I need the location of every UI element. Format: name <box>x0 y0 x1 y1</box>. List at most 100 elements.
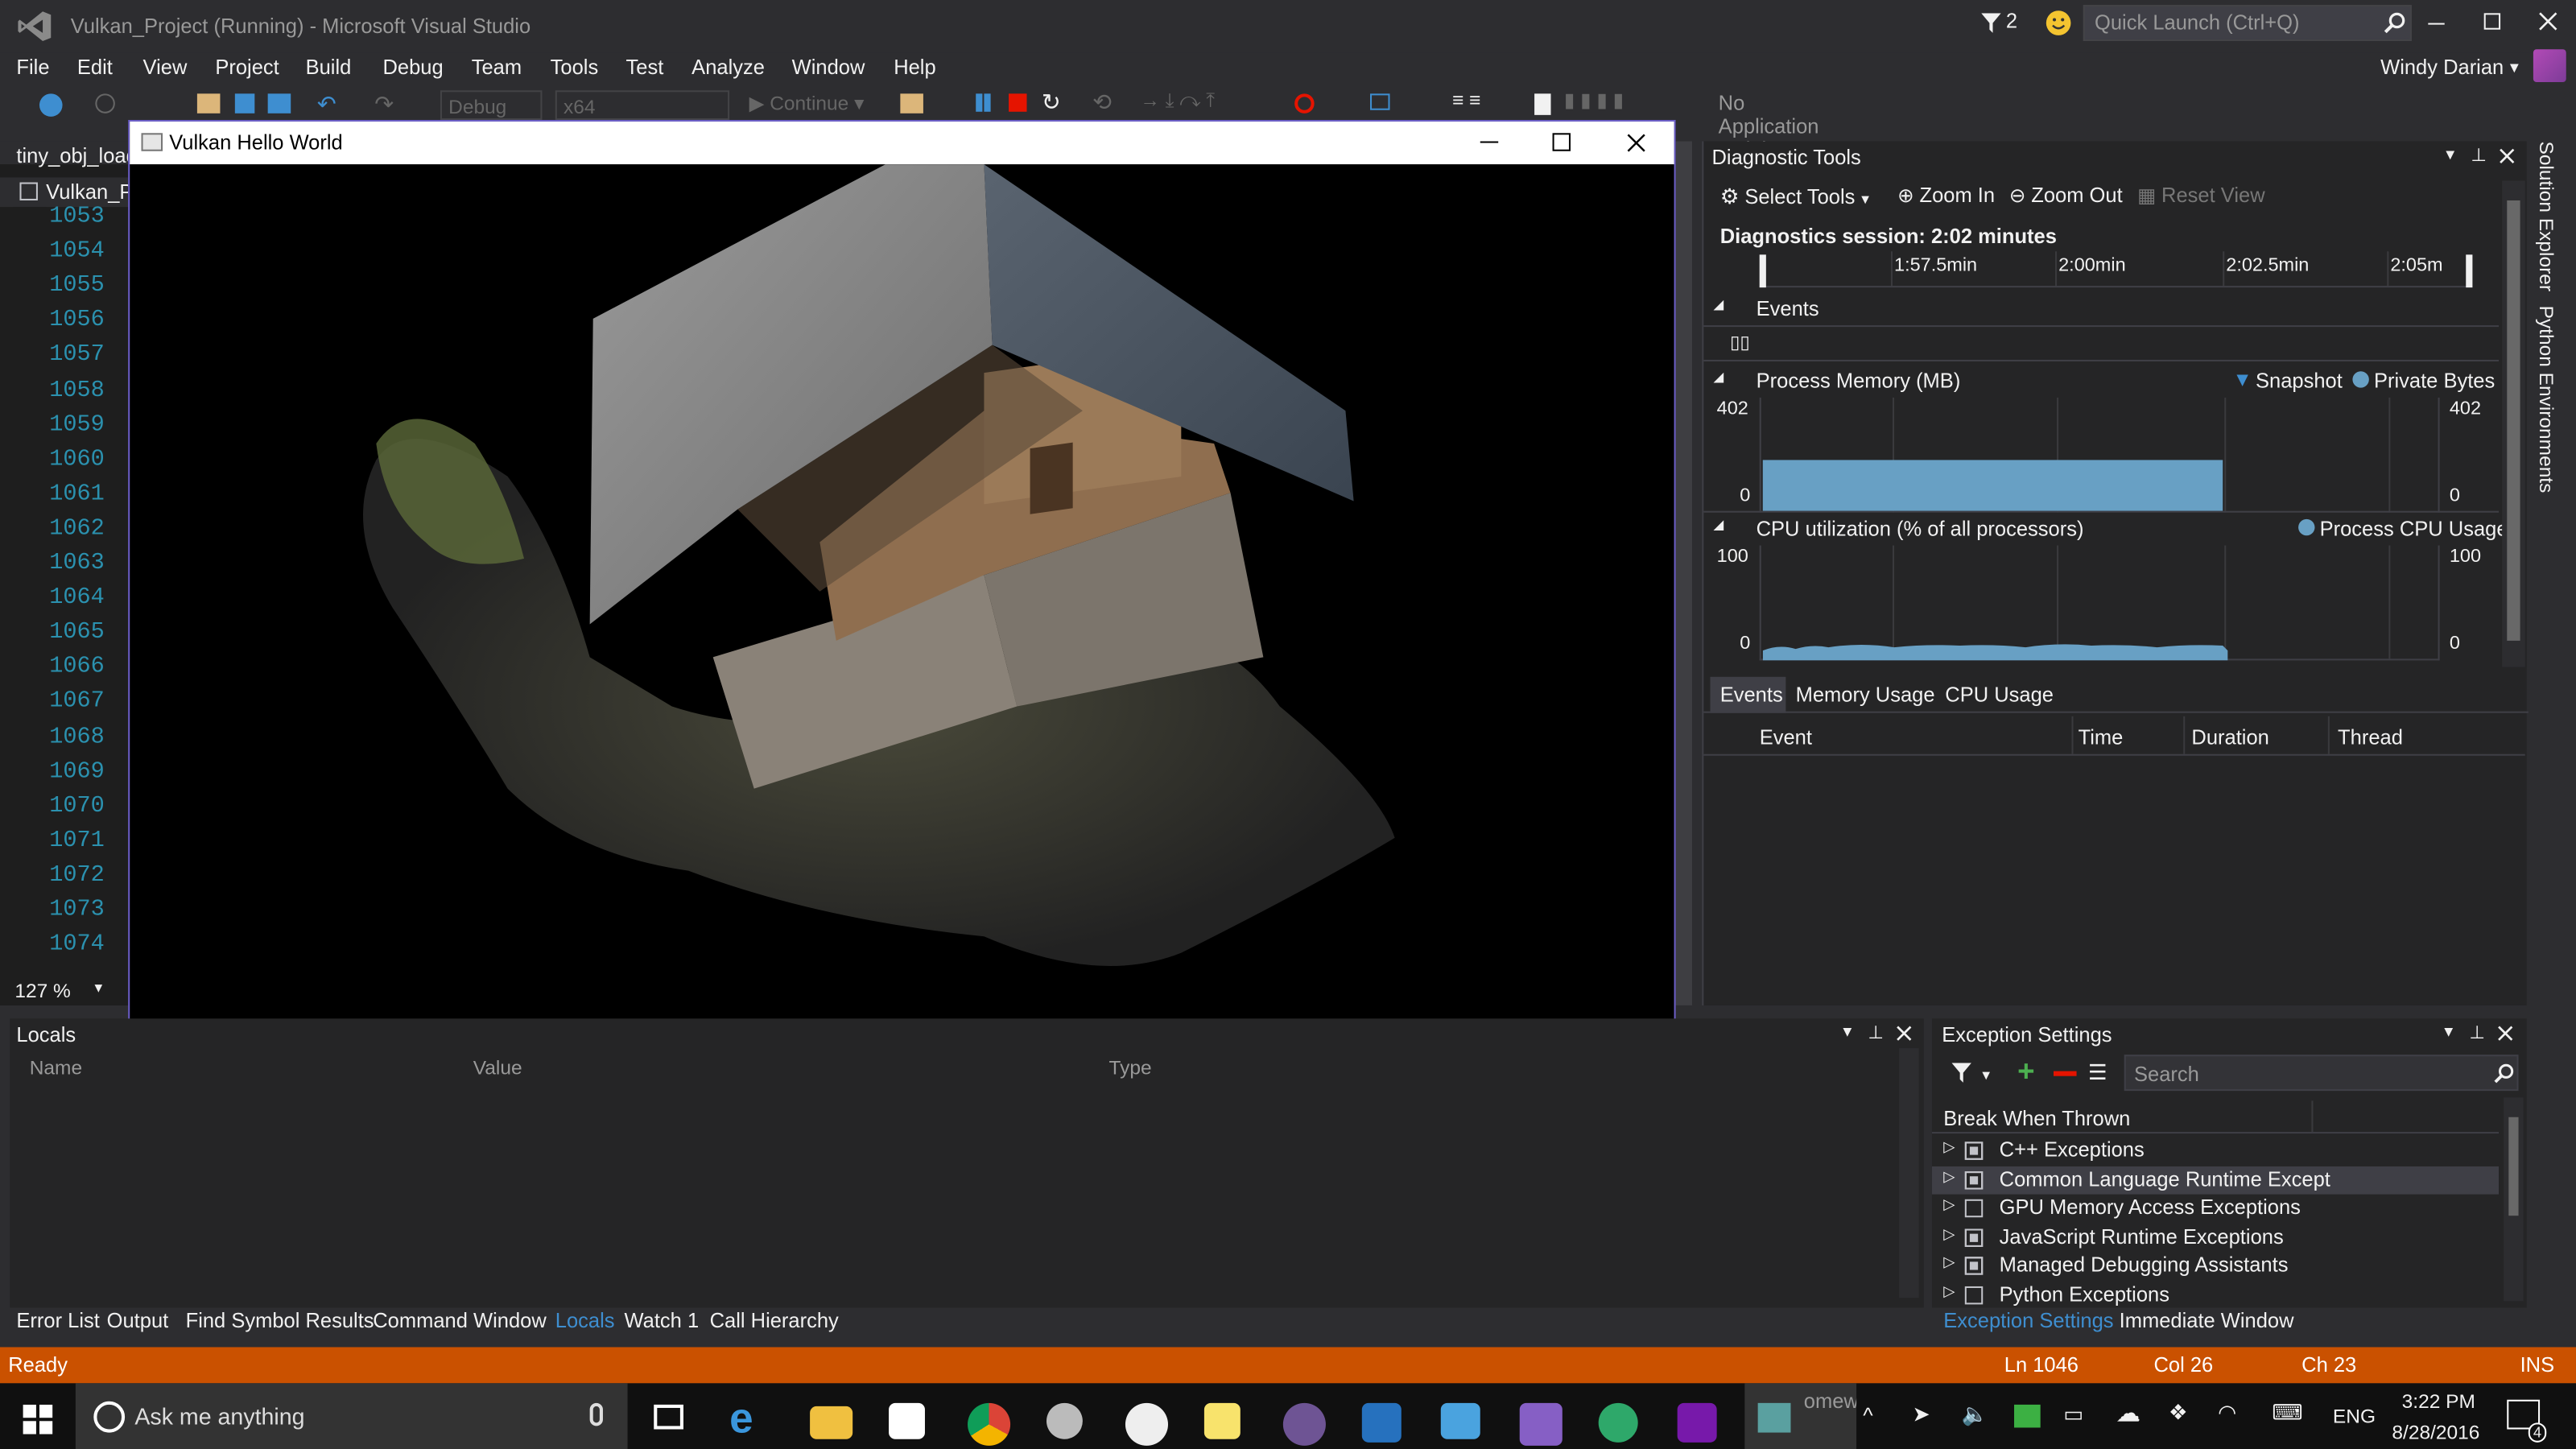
bookmark-nav-icons[interactable]: ▮ ▮ ▮ ▮ <box>1564 89 1624 112</box>
tab-command-window[interactable]: Command Window <box>373 1310 546 1333</box>
events-collapse-icon[interactable]: ◢ <box>1714 297 1724 312</box>
application-insights[interactable]: No Application Insights Events ▾ <box>1719 92 1819 185</box>
tab-cpu-usage[interactable]: CPU Usage <box>1945 683 2054 707</box>
app-icon-bird[interactable] <box>1046 1402 1083 1439</box>
column-event[interactable]: Event <box>1760 726 1812 749</box>
save-all-icon[interactable] <box>267 93 291 114</box>
onenote-icon[interactable] <box>1677 1402 1717 1443</box>
expand-arrow-icon[interactable]: ▷ <box>1943 1225 1955 1243</box>
microphone-icon[interactable] <box>589 1402 603 1426</box>
menu-help[interactable]: Help <box>894 56 935 79</box>
user-name[interactable]: Windy Darian <box>2380 56 2504 79</box>
solution-explorer-tab[interactable]: Solution Explorer <box>2535 142 2558 292</box>
tray-icon[interactable]: ➤ <box>1912 1402 1930 1428</box>
timeline-start-handle[interactable] <box>1759 254 1766 288</box>
nvidia-icon[interactable] <box>2014 1404 2041 1428</box>
save-icon[interactable] <box>234 93 255 114</box>
vulkan-close-icon[interactable] <box>1626 133 1645 152</box>
open-folder-icon[interactable] <box>196 93 221 114</box>
breakpoint-icon[interactable] <box>1294 93 1315 114</box>
exception-checkbox[interactable] <box>1964 1141 1984 1160</box>
memory-chart[interactable] <box>1759 397 2440 513</box>
platform-dropdown[interactable]: x64 <box>555 90 730 120</box>
menu-build[interactable]: Build <box>306 56 352 79</box>
redo-icon[interactable]: ↷ <box>374 90 394 117</box>
tab-immediate-window[interactable]: Immediate Window <box>2120 1310 2294 1333</box>
restart-icon[interactable]: ↻ <box>1042 89 1061 115</box>
cortana-search-box[interactable]: Ask me anything <box>75 1383 628 1449</box>
input-language[interactable]: ENG <box>2333 1405 2376 1428</box>
select-tools-button[interactable]: ⚙ Select Tools ▼ <box>1720 184 1872 211</box>
exception-list-item[interactable]: ▷ GPU Memory Access Exceptions <box>1932 1195 2499 1223</box>
filter-icon[interactable] <box>1951 1063 1971 1083</box>
bookmark-icon[interactable] <box>1534 93 1551 115</box>
panel-dropdown-icon[interactable]: ▼ <box>2443 147 2458 163</box>
locals-scrollbar[interactable] <box>1899 1048 1919 1298</box>
exception-checkbox[interactable] <box>1964 1170 1984 1189</box>
diagnostics-close-icon[interactable] <box>2499 148 2515 164</box>
store-icon[interactable] <box>889 1402 925 1439</box>
exception-list-item[interactable]: ▷ Managed Debugging Assistants <box>1932 1253 2499 1281</box>
control-panel-icon[interactable] <box>1440 1402 1480 1439</box>
window-icon[interactable] <box>1370 93 1390 110</box>
exception-list-item[interactable]: ▷ C++ Exceptions <box>1932 1137 2499 1165</box>
locals-pin-icon[interactable]: ⊥ <box>1868 1022 1884 1042</box>
process-icon[interactable] <box>900 93 923 114</box>
close-icon[interactable] <box>2538 11 2557 31</box>
notification-count[interactable]: 2 <box>2006 10 2017 33</box>
zoom-dropdown-icon[interactable]: ▼ <box>92 980 105 995</box>
tab-exception-settings[interactable]: Exception Settings <box>1943 1310 2113 1333</box>
reset-view-button[interactable]: ▦ Reset View <box>2137 184 2265 208</box>
add-exception-icon[interactable]: + <box>2017 1055 2034 1089</box>
menu-view[interactable]: View <box>143 56 188 79</box>
pause-events-icon[interactable]: ▯▯ <box>1730 332 1750 353</box>
exception-list-item[interactable]: ▷ Python Exceptions <box>1932 1282 2499 1308</box>
menu-edit[interactable]: Edit <box>77 56 113 79</box>
timeline-end-handle[interactable] <box>2466 254 2473 288</box>
exception-search-input[interactable]: Search <box>2124 1055 2519 1092</box>
exception-checkbox[interactable] <box>1964 1286 1984 1305</box>
locals-column-name[interactable]: Name <box>30 1056 82 1080</box>
expand-arrow-icon[interactable]: ▷ <box>1943 1167 1955 1185</box>
expand-arrow-icon[interactable]: ▷ <box>1943 1138 1955 1156</box>
exception-checkbox[interactable] <box>1964 1257 1984 1276</box>
diagnostics-scrollbar[interactable] <box>2502 180 2525 667</box>
timeline-ruler[interactable]: 1:57.5min 2:00min 2:02.5min 2:05m <box>1759 251 2473 288</box>
stop-icon[interactable] <box>1009 93 1027 112</box>
sticky-notes-icon[interactable] <box>1203 1402 1241 1439</box>
show-next-statement-icon[interactable]: ⟲ <box>1092 89 1112 115</box>
menu-test[interactable]: Test <box>626 56 664 79</box>
vivaldi-icon[interactable] <box>1125 1402 1169 1446</box>
show-hidden-icons[interactable]: ^ <box>1863 1403 1872 1428</box>
restore-button[interactable] <box>2483 13 2501 30</box>
powershell-icon[interactable] <box>1361 1402 1402 1443</box>
locals-column-type[interactable]: Type <box>1109 1056 1152 1080</box>
tab-error-list[interactable]: Error List <box>16 1310 99 1333</box>
tab-events[interactable]: Events <box>1710 676 1786 713</box>
visual-studio-taskbar-icon[interactable] <box>1519 1402 1563 1446</box>
filter-notification-icon[interactable] <box>1981 13 2001 33</box>
keyboard-icon[interactable]: ⌨ <box>2272 1400 2302 1426</box>
break-when-thrown-header[interactable]: Break When Thrown <box>1943 1107 2130 1130</box>
undo-icon[interactable]: ↶ <box>317 90 336 117</box>
column-time[interactable]: Time <box>2079 726 2124 749</box>
indent-icon[interactable]: ≡ ≡ <box>1452 89 1480 112</box>
menu-tools[interactable]: Tools <box>551 56 599 79</box>
step-into-icon[interactable]: → ⤓ ↷ ⤒ <box>1140 89 1215 112</box>
remove-exception-icon[interactable] <box>2054 1071 2077 1076</box>
minimize-button[interactable] <box>2428 23 2445 25</box>
forward-navigation-icon[interactable] <box>95 93 115 114</box>
vulkan-window[interactable]: Vulkan Hello World <box>128 119 1676 1035</box>
zoom-out-button[interactable]: ⊖ Zoom Out <box>2009 184 2123 208</box>
tab-memory-usage[interactable]: Memory Usage <box>1796 683 1935 707</box>
pin-icon[interactable]: ⊥ <box>2471 145 2487 166</box>
github-icon[interactable] <box>1282 1402 1326 1446</box>
tab-watch-1[interactable]: Watch 1 <box>625 1310 700 1333</box>
configuration-dropdown[interactable]: Debug <box>440 90 543 120</box>
exception-scrollbar[interactable] <box>2504 1097 2524 1302</box>
cpu-collapse-icon[interactable]: ◢ <box>1714 518 1724 532</box>
chrome-icon[interactable] <box>968 1402 1011 1446</box>
windows-start-icon[interactable] <box>23 1404 53 1435</box>
menu-project[interactable]: Project <box>215 56 279 79</box>
clock-date[interactable]: 8/28/2016 <box>2392 1421 2479 1444</box>
